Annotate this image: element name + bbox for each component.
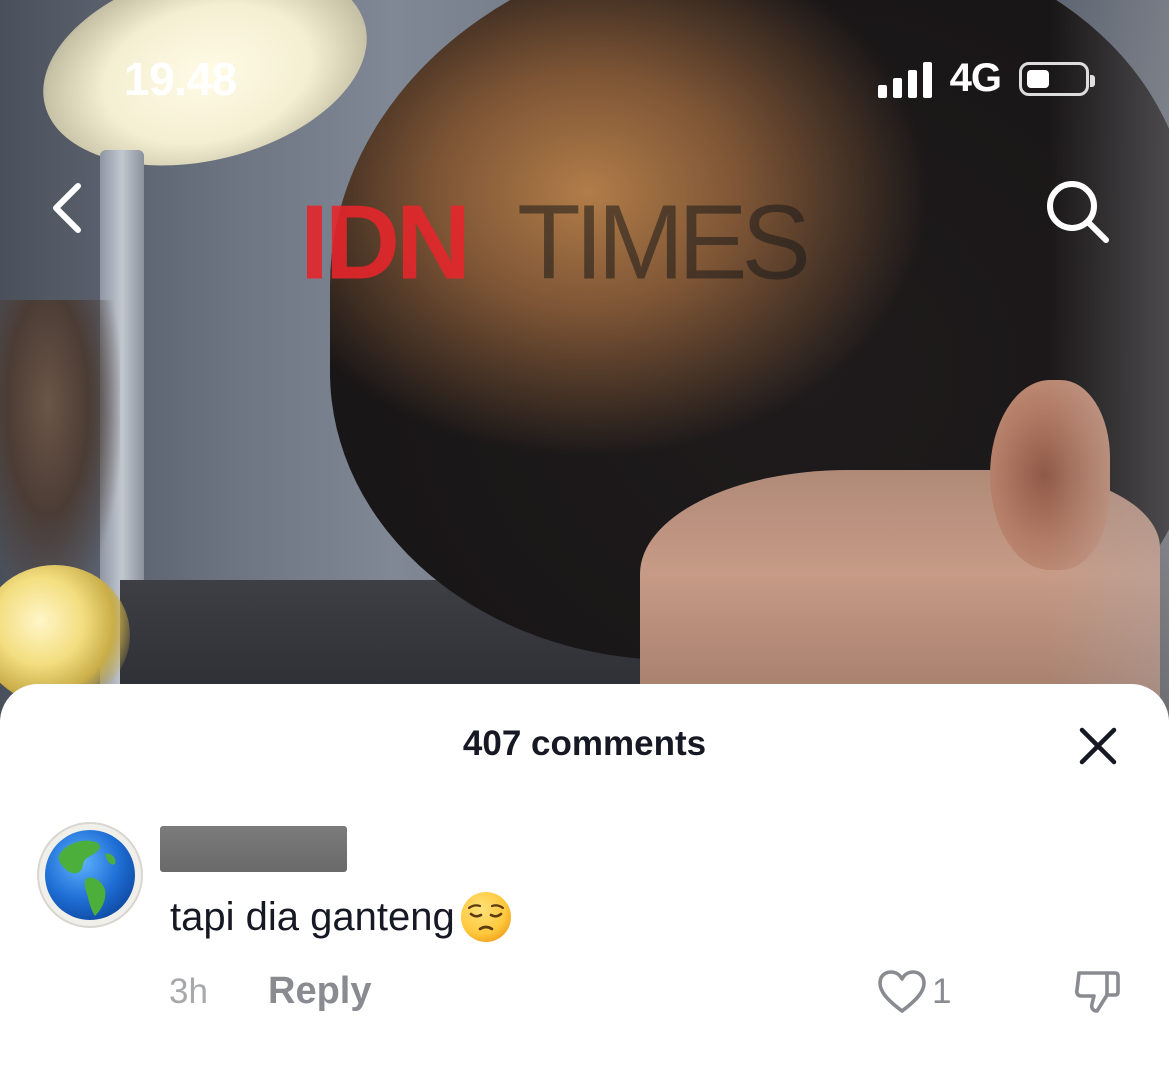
status-indicators: 4G <box>877 56 1095 101</box>
close-button[interactable] <box>1070 718 1126 774</box>
watermark: IDN TIMES <box>300 183 811 303</box>
search-button[interactable] <box>1038 172 1116 250</box>
thumbs-down-icon <box>1074 971 1120 1013</box>
avatar[interactable] <box>37 822 143 928</box>
watermark-brand: IDN <box>300 183 471 303</box>
battery-icon <box>1019 61 1095 96</box>
video-frame[interactable]: IDN TIMES <box>0 0 1169 720</box>
back-button[interactable] <box>40 178 96 238</box>
video-edge-shade <box>1049 0 1169 720</box>
comment-body: tapi dia ganteng <box>170 894 455 939</box>
reply-button[interactable]: Reply <box>268 970 371 1013</box>
globe-americas-emoji <box>45 830 135 920</box>
username-redacted[interactable] <box>160 826 347 872</box>
status-time: 19.48 <box>124 53 237 105</box>
like-count: 1 <box>932 972 952 1011</box>
watermark-rest: TIMES <box>517 183 811 303</box>
dislike-button[interactable] <box>1068 962 1126 1020</box>
battery-level <box>1027 69 1049 88</box>
video-background-person <box>0 300 120 600</box>
comments-count-title: 407 comments <box>462 724 707 763</box>
comment-timestamp: 3h <box>169 972 208 1011</box>
chevron-left-icon <box>53 183 81 233</box>
search-icon <box>1047 181 1109 243</box>
cellular-signal-icon <box>877 60 932 98</box>
comments-sheet: 407 comments tapi dia ganteng 3h Reply 1 <box>0 684 1169 1072</box>
network-type: 4G <box>949 56 1002 100</box>
pensive-face-emoji <box>460 892 511 942</box>
like-button[interactable]: 1 <box>876 968 951 1016</box>
heart-outline-icon <box>878 970 926 1013</box>
close-icon <box>1079 727 1117 765</box>
comment-text: tapi dia ganteng <box>170 890 513 944</box>
